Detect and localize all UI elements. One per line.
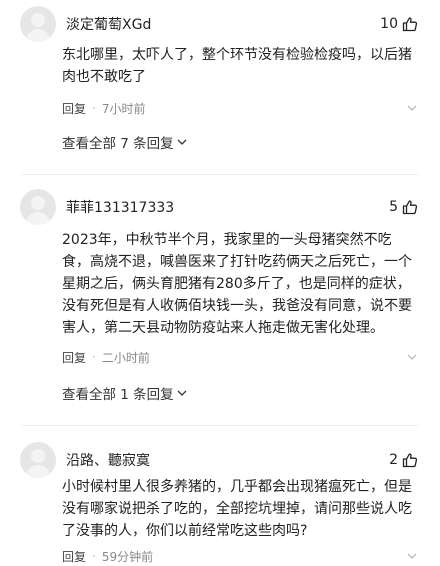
reply-button[interactable]: 回复	[62, 100, 86, 117]
chevron-down-icon[interactable]	[406, 550, 418, 562]
like-button[interactable]: 5	[389, 199, 418, 215]
username[interactable]: 淡定葡萄XGd	[66, 14, 151, 34]
comment-item: 淡定葡萄XGd 10 东北哪里，太吓人了，整个环节没有检验检疫吗，以后猪肉也不敢…	[0, 0, 440, 152]
comment-meta: 回复 · 二小时前	[62, 347, 418, 367]
view-all-label: 查看全部 7 条回复	[62, 136, 174, 152]
reply-button[interactable]: 回复	[62, 548, 86, 565]
separator-dot: ·	[92, 350, 96, 364]
like-count: 2	[389, 452, 398, 468]
comment-item: 沿路、聽寂寞 2 小时候村里人很多养猪的，几乎都会出现猪瘟死亡，但是没有哪家说把…	[0, 426, 440, 566]
avatar[interactable]	[20, 442, 56, 478]
thumbs-up-icon	[402, 200, 418, 215]
comment-meta: 回复 · 59分钟前	[62, 546, 418, 566]
view-all-label: 查看全部 1 条回复	[62, 387, 174, 403]
timestamp: 7小时前	[101, 101, 146, 116]
thumbs-up-icon	[402, 453, 418, 468]
reply-button[interactable]: 回复	[62, 349, 86, 366]
comment-text: 小时候村里人很多养猪的，几乎都会出现猪瘟死亡，但是没有哪家说把杀了吃的，全部挖坑…	[62, 479, 412, 539]
like-button[interactable]: 10	[380, 16, 418, 32]
avatar[interactable]	[20, 189, 56, 225]
separator-dot: ·	[92, 549, 96, 563]
separator-dot: ·	[92, 101, 96, 115]
comment-item: 菲菲131317333 5 2023年，中秋节半个月，我家里的一头母猪突然不吃食…	[0, 175, 440, 403]
timestamp: 59分钟前	[101, 549, 154, 564]
like-count: 10	[380, 16, 398, 32]
chevron-down-icon	[177, 139, 187, 145]
chevron-down-icon[interactable]	[406, 351, 418, 363]
comment-text: 2023年，中秋节半个月，我家里的一头母猪突然不吃食，高烧不退，喊兽医来了打针吃…	[62, 232, 412, 336]
timestamp: 二小时前	[101, 350, 150, 365]
username[interactable]: 菲菲131317333	[66, 197, 174, 217]
comment-text: 东北哪里，太吓人了，整个环节没有检验检疫吗，以后猪肉也不敢吃了	[62, 47, 412, 85]
chevron-down-icon	[177, 390, 187, 396]
thumbs-up-icon	[402, 17, 418, 32]
chevron-down-icon[interactable]	[406, 102, 418, 114]
username[interactable]: 沿路、聽寂寞	[66, 450, 150, 470]
like-button[interactable]: 2	[389, 452, 418, 468]
view-all-replies[interactable]: 查看全部 1 条回复	[62, 383, 418, 403]
comment-meta: 回复 · 7小时前	[62, 98, 418, 118]
view-all-replies[interactable]: 查看全部 7 条回复	[62, 132, 418, 152]
like-count: 5	[389, 199, 398, 215]
avatar[interactable]	[20, 6, 56, 42]
